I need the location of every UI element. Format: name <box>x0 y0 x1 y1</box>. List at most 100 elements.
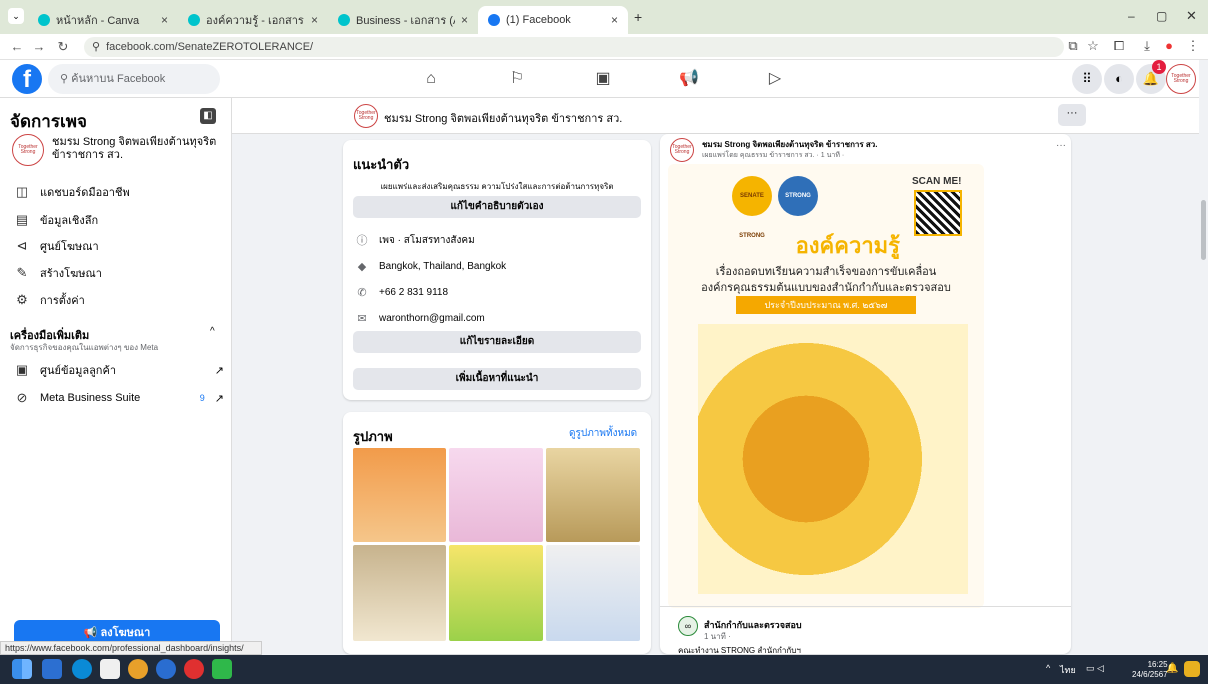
info-icon: ⓘ <box>356 235 368 247</box>
windows-start-icon[interactable] <box>12 659 32 679</box>
messenger-icon[interactable]: ◐ <box>1104 64 1134 94</box>
store-icon[interactable] <box>100 659 120 679</box>
link-status-bar: https://www.facebook.com/professional_da… <box>0 641 262 655</box>
windows-taskbar: ^ ไทย ▭ ◁ 16:25 24/6/2567 🔔 <box>0 655 1208 684</box>
reload-icon[interactable]: ↻ <box>54 38 72 56</box>
facebook-icon <box>488 14 500 26</box>
edit-bio-button[interactable]: แก้ไขคำอธิบายตัวเอง <box>353 196 641 218</box>
strong-logo: STRONG <box>778 176 818 216</box>
post-author-avatar[interactable]: Together Strong <box>670 138 694 162</box>
megaphone-icon[interactable]: 📢 <box>674 66 704 92</box>
apps-menu-icon[interactable]: ⠿ <box>1072 64 1102 94</box>
add-featured-button[interactable]: เพิ่มเนื้อหาที่แนะนำ <box>353 368 641 390</box>
photo-thumbnail[interactable] <box>353 448 446 542</box>
page-scrollbar[interactable] <box>1199 60 1208 654</box>
post-meta: เผยแพร่โดย คุณธรรม ข้าราชการ สว. · 1 นาท… <box>702 152 845 159</box>
facebook-header: f ⚲ ค้นหาบน Facebook ⌂ ⚐ ▣ 📢 ▷ ⠿ ◐ 🔔 1 T… <box>0 60 1208 98</box>
page-avatar[interactable]: Together Strong <box>12 134 44 166</box>
restore-icon[interactable]: ▢ <box>1156 9 1167 23</box>
more-tools-subtitle: จัดการธุรกิจของคุณในแอพต่างๆ ของ Meta <box>10 343 159 352</box>
tab-canva-knowledge[interactable]: องค์ความรู้ - เอกสาร (A4)× <box>178 6 328 34</box>
shared-time: 1 นาที · <box>704 632 731 641</box>
extensions-icon[interactable]: ⧠ <box>1110 38 1128 54</box>
sidebar-item-ad-center[interactable]: ⊲ ศูนย์โฆษณา <box>14 234 224 258</box>
facebook-logo-icon[interactable]: f <box>12 64 42 94</box>
intro-title: แนะนำตัว <box>353 157 410 172</box>
search-icon: ⚲ <box>60 73 72 85</box>
sidebar-item-customer-center[interactable]: ▣ ศูนย์ข้อมูลลูกค้า ↗ <box>14 358 224 382</box>
close-tab-icon[interactable]: × <box>461 13 468 27</box>
profile-icon[interactable]: ● <box>1160 38 1178 53</box>
sidebar-item-business-suite[interactable]: ⊘ Meta Business Suite 9 ↗ <box>14 386 224 410</box>
info-phone: ✆ +66 2 831 9118 <box>355 284 448 300</box>
input-language[interactable]: ไทย <box>1060 663 1076 677</box>
close-tab-icon[interactable]: × <box>161 13 168 27</box>
account-avatar[interactable]: Together Strong <box>1166 64 1196 94</box>
canva-icon <box>38 14 50 26</box>
tab-facebook[interactable]: (1) Facebook × <box>478 6 628 34</box>
photo-thumbnail[interactable] <box>449 448 543 542</box>
flag-icon[interactable]: ⚐ <box>502 66 532 92</box>
system-clock[interactable]: 16:25 24/6/2567 <box>1132 660 1168 680</box>
shared-page-avatar[interactable]: ∞ <box>678 616 698 636</box>
browser-tab-bar: ⌄ หน้าหลัก - Canva × องค์ความรู้ - เอกสาร… <box>0 0 1208 34</box>
translate-icon[interactable]: ⧉ <box>1064 38 1082 54</box>
photo-thumbnail[interactable] <box>449 545 543 641</box>
post-more-button[interactable]: ··· <box>1056 140 1066 151</box>
email-icon: ✉ <box>357 312 367 325</box>
edit-details-button[interactable]: แก้ไขรายละเอียด <box>353 331 641 353</box>
page-header-name: ชมรม Strong จิตพอเพียงต้านทุจริต ข้าราชก… <box>384 113 623 125</box>
chrome-profile-icon[interactable] <box>184 659 204 679</box>
dashboard-icon[interactable]: ▣ <box>588 66 618 92</box>
external-link-icon: ↗ <box>214 392 224 405</box>
scrollbar-thumb[interactable] <box>1201 200 1206 260</box>
home-icon[interactable]: ⌂ <box>416 66 446 92</box>
forward-icon[interactable]: → <box>30 38 48 56</box>
megaphone-icon: ⊲ <box>16 238 28 253</box>
site-settings-icon[interactable]: ⚲ <box>92 41 100 53</box>
chevron-up-icon[interactable]: ^ <box>210 326 215 337</box>
page-avatar-small[interactable]: Together Strong <box>354 104 378 128</box>
chrome-icon[interactable] <box>128 659 148 679</box>
search-input[interactable]: ⚲ ค้นหาบน Facebook <box>48 64 220 94</box>
insights-icon: ▤ <box>15 212 29 227</box>
close-window-icon[interactable]: ✕ <box>1186 8 1197 24</box>
photo-thumbnail[interactable] <box>546 448 640 542</box>
address-bar[interactable]: ⚲ facebook.com/SenateZEROTOLERANCE/ <box>84 37 1064 57</box>
line-icon[interactable] <box>212 659 232 679</box>
notifications-tray-icon[interactable]: 🔔 <box>1166 663 1178 674</box>
app-icon[interactable] <box>156 659 176 679</box>
close-tab-icon[interactable]: × <box>611 13 618 27</box>
minimize-icon[interactable]: – <box>1128 9 1135 23</box>
menu-icon[interactable]: ⋮ <box>1184 38 1202 54</box>
more-options-button[interactable]: ··· <box>1058 104 1086 126</box>
bookmark-star-icon[interactable]: ☆ <box>1084 38 1102 54</box>
see-all-photos-link[interactable]: ดูรูปภาพทั้งหมด <box>569 426 637 441</box>
sidebar-item-insights[interactable]: ▤ ข้อมูลเชิงลึก <box>14 208 224 232</box>
tray-chevron-icon[interactable]: ^ <box>1046 663 1050 673</box>
tab-canva-business[interactable]: Business - เอกสาร (A4)× <box>328 6 478 34</box>
download-icon[interactable]: ⤓ <box>1138 38 1156 54</box>
edge-icon[interactable] <box>72 659 92 679</box>
page-header-bar: Together Strong ชมรม Strong จิตพอเพียงต้… <box>232 98 1199 134</box>
file-explorer-icon[interactable] <box>42 659 62 679</box>
copilot-icon[interactable] <box>1184 661 1200 677</box>
tab-canva-home[interactable]: หน้าหลัก - Canva × <box>28 6 178 34</box>
sidebar-page-name[interactable]: ชมรม Strong จิตพอเพียงต้านทุจริต ข้าราชก… <box>52 136 222 162</box>
photo-thumbnail[interactable] <box>546 545 640 641</box>
external-link-icon: ↗ <box>214 364 224 377</box>
collapse-sidebar-icon[interactable]: ◧ <box>200 108 216 124</box>
sidebar-item-create-ad[interactable]: ✎ สร้างโฆษณา <box>14 261 224 285</box>
sidebar-item-settings[interactable]: ⚙ การตั้งค่า <box>14 288 224 312</box>
new-tab-button[interactable]: + <box>634 9 642 25</box>
tab-list-button[interactable]: ⌄ <box>8 8 24 24</box>
network-volume-icon[interactable]: ▭ ◁ <box>1086 663 1104 674</box>
back-icon[interactable]: ← <box>8 38 26 56</box>
customer-center-icon: ▣ <box>15 362 29 377</box>
photo-thumbnail[interactable] <box>353 545 446 641</box>
post-image[interactable]: SENATE STRONG STRONG SCAN ME! องค์ความรู… <box>668 164 984 608</box>
sidebar-item-dashboard[interactable]: ◫ แดชบอร์ดมืออาชีพ <box>14 180 224 204</box>
edit-icon: ✎ <box>16 265 28 280</box>
video-icon[interactable]: ▷ <box>760 66 790 92</box>
close-tab-icon[interactable]: × <box>311 13 318 27</box>
